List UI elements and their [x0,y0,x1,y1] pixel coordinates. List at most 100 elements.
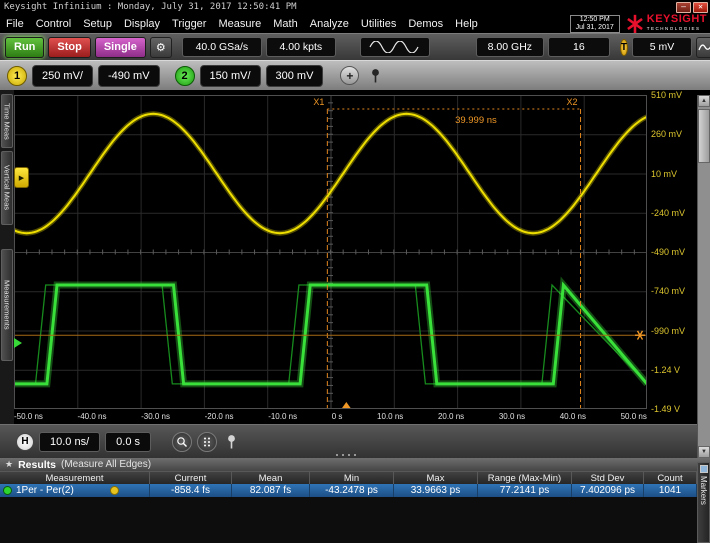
acquisition-toolbar: Run Stop Single ⚙ 40.0 GSa/s 4.00 kpts 8… [0,33,710,60]
channel1-ground-marker[interactable]: ▶ [14,167,29,188]
gear-icon: ⚙ [156,41,166,54]
waveform-icon [698,41,710,53]
x-tick: -20.0 ns [205,412,234,421]
table-row[interactable]: 1Per - Per(2) -858.4 fs 82.087 fs -43.24… [0,484,697,497]
col-stddev[interactable]: Std Dev [572,471,644,484]
y-tick: 260 mV [651,129,697,139]
trigger-badge[interactable]: T [620,39,628,56]
svg-text:X1: X1 [313,97,324,107]
timebase-position-box[interactable]: 0.0 s [105,432,151,452]
sample-rate-box[interactable]: 40.0 GSa/s [182,37,262,57]
range-value: 77.2141 ps [478,484,572,497]
settings-button[interactable]: ⚙ [150,37,172,58]
scope-plot-svg: X1X239.999 ns [14,95,647,409]
menu-utilities[interactable]: Utilities [355,17,402,31]
clock-date: Jul 31, 2017 [576,24,614,32]
marker-arrow-icon: ▶ [19,174,24,182]
warning-dot [110,486,119,495]
menu-demos[interactable]: Demos [402,17,449,31]
channel-bar: 1 250 mV/ -490 mV 2 150 mV/ 300 mV + [0,60,710,90]
x-tick: -10.0 ns [268,412,297,421]
channel2-badge[interactable]: 2 [175,66,195,86]
x-tick: 10.0 ns [377,412,403,421]
col-range[interactable]: Range (Max-Min) [478,471,572,484]
results-header[interactable]: ★ Results (Measure All Edges) [0,458,710,471]
grid-options-button[interactable] [197,432,217,452]
waveform-display-area: Time Meas Vertical Meas Measurements X1 X… [0,90,710,424]
brand-subtitle: TECHNOLOGIES [647,24,707,33]
tab-measurements[interactable]: Measurements [1,249,13,361]
menu-bar: File Control Setup Display Trigger Measu… [0,14,710,33]
col-max[interactable]: Max [394,471,478,484]
menu-trigger[interactable]: Trigger [166,17,212,31]
tab-time-meas[interactable]: Time Meas [1,94,13,148]
pin-icon[interactable] [226,434,237,450]
col-measurement[interactable]: Measurement [0,471,150,484]
stddev-value: 7.402096 ps [572,484,644,497]
menu-display[interactable]: Display [118,17,166,31]
timebase-scale-box[interactable]: 10.0 ns/ [39,432,100,452]
x-tick: 50.0 ns [621,412,647,421]
averages-box[interactable]: 16 [548,37,610,57]
measurement-name: 1Per - Per(2) [16,485,74,496]
channel2-ground-marker[interactable] [14,338,22,348]
col-min[interactable]: Min [310,471,394,484]
x-tick: 20.0 ns [438,412,464,421]
memory-depth-box[interactable]: 4.00 kpts [266,37,336,57]
x-tick: -50.0 ns [14,412,43,421]
tab-measurements-label: Measurements [3,280,12,330]
channel2-offset-box[interactable]: 300 mV [266,65,324,87]
waveform-type-box[interactable] [360,37,430,57]
col-count[interactable]: Count [644,471,697,484]
menu-file[interactable]: File [0,17,30,31]
run-button[interactable]: Run [5,37,44,58]
channel1-offset-box[interactable]: -490 mV [98,65,160,87]
splitter-handle[interactable] [336,454,356,456]
tab-vertical-meas[interactable]: Vertical Meas [1,151,13,225]
channel1-badge[interactable]: 1 [7,66,27,86]
svg-text:X2: X2 [567,97,578,107]
tab-markers[interactable]: Markers [697,462,710,543]
window-buttons: – ✕ [676,2,710,13]
scope-graticule[interactable]: X1X239.999 ns ▶ [14,95,647,409]
close-button[interactable]: ✕ [693,2,708,13]
channel2-color-dot [3,486,12,495]
results-column-headers: Measurement Current Mean Min Max Range (… [0,471,697,484]
menu-control[interactable]: Control [30,17,77,31]
tab-time-meas-label: Time Meas [3,103,12,140]
vertical-scrollbar[interactable]: ▲ ▼ [697,95,710,458]
single-button[interactable]: Single [95,37,146,58]
bandwidth-box[interactable]: 8.00 GHz [476,37,544,57]
scroll-down-button[interactable]: ▼ [698,446,710,458]
menu-setup[interactable]: Setup [77,17,118,31]
window-title: Keysight Infiniium : Monday, July 31, 20… [4,2,297,12]
scrollbar-thumb[interactable] [698,109,710,163]
menu-measure[interactable]: Measure [212,17,267,31]
y-tick: -490 mV [651,247,697,257]
waveform-tools-button[interactable] [696,37,710,58]
stop-button[interactable]: Stop [48,37,90,58]
col-current[interactable]: Current [150,471,232,484]
scroll-up-button[interactable]: ▲ [698,95,710,107]
menu-analyze[interactable]: Analyze [304,17,355,31]
col-mean[interactable]: Mean [232,471,310,484]
zoom-button[interactable] [172,432,192,452]
trigger-level-box[interactable]: 5 mV [632,37,692,57]
results-subtitle: (Measure All Edges) [61,459,151,470]
x-tick: 0 s [332,412,343,421]
x-tick: -40.0 ns [78,412,107,421]
menu-math[interactable]: Math [267,17,303,31]
y-tick: 510 mV [651,90,697,100]
add-channel-button[interactable]: + [340,66,359,85]
channel2-scale-box[interactable]: 150 mV/ [200,65,261,87]
menu-help[interactable]: Help [449,17,484,31]
channel1-scale-box[interactable]: 250 mV/ [32,65,93,87]
brand-text: KEYSIGHT TECHNOLOGIES [647,15,707,33]
title-bar: Keysight Infiniium : Monday, July 31, 20… [0,0,710,14]
horizontal-badge[interactable]: H [16,433,34,451]
pin-icon[interactable] [370,68,381,84]
minimize-button[interactable]: – [676,2,691,13]
measurement-name-cell: 1Per - Per(2) [0,484,150,497]
menu-right-area: 12:50 PM Jul 31, 2017 KEYSIGHT TECHNOLOG… [570,14,710,34]
min-value: -43.2478 ps [310,484,394,497]
